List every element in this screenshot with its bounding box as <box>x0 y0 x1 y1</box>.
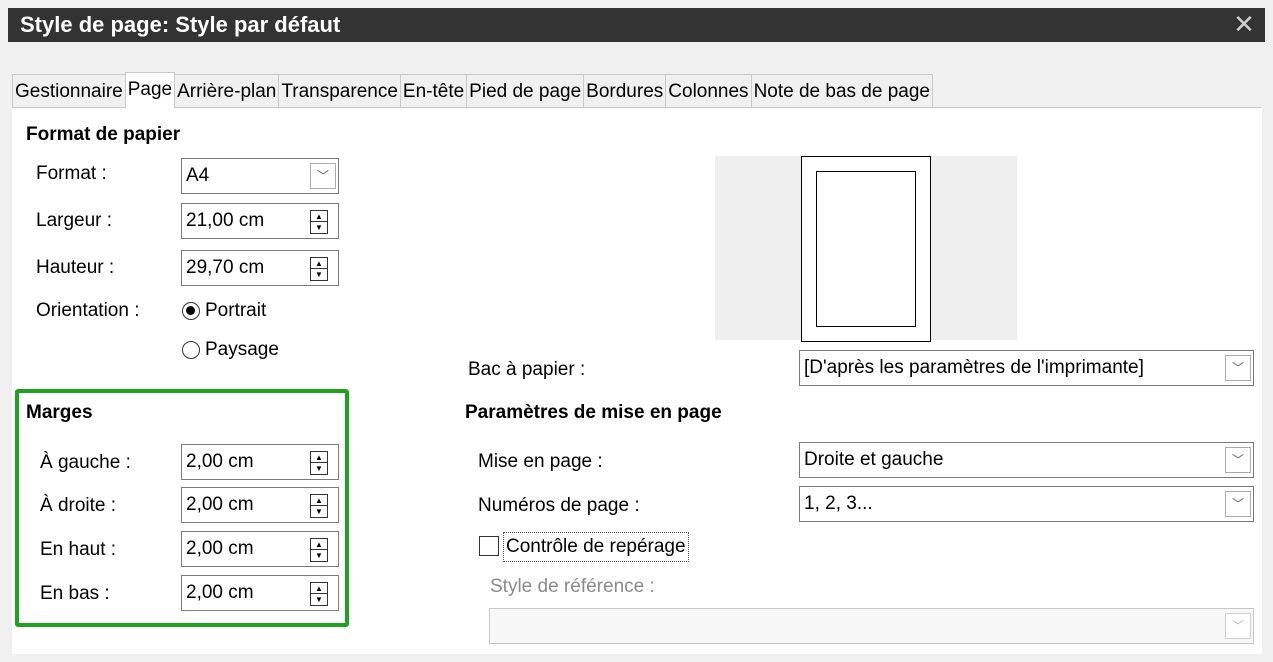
paper-format-heading: Format de papier <box>26 124 181 145</box>
margin-right-value: 2,00 cm <box>186 494 254 515</box>
format-select[interactable]: A4 ﹀ <box>181 158 339 194</box>
margin-top-value: 2,00 cm <box>186 538 254 559</box>
height-value: 29,70 cm <box>186 257 265 278</box>
tab-arriere-plan[interactable]: Arrière-plan <box>174 74 280 108</box>
margin-left-label: À gauche : <box>40 452 131 473</box>
margin-top-label: En haut : <box>40 539 117 560</box>
reference-style-label: Style de référence : <box>490 576 655 597</box>
portrait-label[interactable]: Portrait <box>205 297 266 325</box>
page-numbers-select[interactable]: 1, 2, 3... ﹀ <box>799 486 1254 522</box>
height-stepper[interactable]: ▲ ▼ <box>310 257 328 281</box>
page-numbers-value: 1, 2, 3... <box>804 493 873 514</box>
margin-bottom-spinner[interactable]: 2,00 cm ▲ ▼ <box>181 575 339 611</box>
page-layout-select[interactable]: Droite et gauche ﹀ <box>799 442 1254 478</box>
tab-note-de-bas-de-page[interactable]: Note de bas de page <box>750 74 933 108</box>
margin-right-stepper[interactable]: ▲ ▼ <box>310 494 328 518</box>
page-tab-panel: Format de papier Format : A4 ﹀ Largeur :… <box>12 108 1262 654</box>
landscape-label[interactable]: Paysage <box>205 336 279 364</box>
chevron-down-icon[interactable]: ﹀ <box>1225 447 1251 473</box>
width-spinner[interactable]: 21,00 cm ▲ ▼ <box>181 203 339 239</box>
tab-en-tete[interactable]: En-tête <box>399 74 468 108</box>
tab-transparence[interactable]: Transparence <box>278 74 401 108</box>
chevron-down-icon[interactable]: ﹀ <box>1225 355 1251 381</box>
arrow-down-icon[interactable]: ▼ <box>311 550 327 561</box>
paper-tray-value: [D'après les paramètres de l'imprimante] <box>804 357 1144 378</box>
title-bar: Style de page: Style par défaut ✕ <box>0 0 1273 42</box>
chevron-down-icon[interactable]: ﹀ <box>1225 613 1251 639</box>
arrow-up-icon[interactable]: ▲ <box>311 452 327 463</box>
page-layout-value: Droite et gauche <box>804 449 944 470</box>
margin-top-spinner[interactable]: 2,00 cm ▲ ▼ <box>181 531 339 567</box>
landscape-radio[interactable] <box>182 341 200 359</box>
close-icon[interactable]: ✕ <box>1229 8 1259 40</box>
tab-bar: Gestionnaire Page Arrière-plan Transpare… <box>12 72 933 108</box>
margin-bottom-label: En bas : <box>40 583 110 604</box>
margin-right-spinner[interactable]: 2,00 cm ▲ ▼ <box>181 487 339 523</box>
width-label: Largeur : <box>36 210 113 231</box>
arrow-up-icon[interactable]: ▲ <box>311 583 327 594</box>
arrow-up-icon[interactable]: ▲ <box>311 211 327 222</box>
page-preview-margins <box>816 171 916 327</box>
portrait-radio[interactable] <box>182 302 200 320</box>
margin-right-label: À droite : <box>40 495 117 516</box>
margin-left-stepper[interactable]: ▲ ▼ <box>310 451 328 475</box>
arrow-down-icon[interactable]: ▼ <box>311 269 327 280</box>
arrow-down-icon[interactable]: ▼ <box>311 222 327 233</box>
arrow-down-icon[interactable]: ▼ <box>311 506 327 517</box>
tab-colonnes[interactable]: Colonnes <box>665 74 752 108</box>
height-label: Hauteur : <box>36 257 115 278</box>
format-label: Format : <box>36 163 107 184</box>
register-true-label[interactable]: Contrôle de repérage <box>503 532 689 562</box>
tab-gestionnaire[interactable]: Gestionnaire <box>12 74 126 108</box>
tab-bordures[interactable]: Bordures <box>583 74 667 108</box>
margin-bottom-stepper[interactable]: ▲ ▼ <box>310 582 328 606</box>
register-true-checkbox[interactable] <box>479 536 499 556</box>
margins-heading: Marges <box>26 402 93 423</box>
arrow-down-icon[interactable]: ▼ <box>311 463 327 474</box>
page-numbers-label: Numéros de page : <box>478 495 640 516</box>
paper-tray-select[interactable]: [D'après les paramètres de l'imprimante]… <box>799 350 1254 386</box>
chevron-down-icon[interactable]: ﹀ <box>310 163 336 189</box>
reference-style-select[interactable]: ﹀ <box>489 608 1254 644</box>
arrow-down-icon[interactable]: ▼ <box>311 594 327 605</box>
format-value: A4 <box>186 165 210 186</box>
dialog-title: Style de page: Style par défaut <box>20 12 341 37</box>
margin-left-spinner[interactable]: 2,00 cm ▲ ▼ <box>181 444 339 480</box>
layout-settings-heading: Paramètres de mise en page <box>465 402 722 423</box>
width-value: 21,00 cm <box>186 210 265 231</box>
paper-tray-label: Bac à papier : <box>468 359 586 380</box>
margin-bottom-value: 2,00 cm <box>186 582 254 603</box>
tab-page[interactable]: Page <box>124 72 176 108</box>
orientation-label: Orientation : <box>36 300 140 321</box>
height-spinner[interactable]: 29,70 cm ▲ ▼ <box>181 250 339 286</box>
margin-top-stepper[interactable]: ▲ ▼ <box>310 538 328 562</box>
tab-pied-de-page[interactable]: Pied de page <box>466 74 585 108</box>
page-layout-label: Mise en page : <box>478 451 603 472</box>
arrow-up-icon[interactable]: ▲ <box>311 539 327 550</box>
arrow-up-icon[interactable]: ▲ <box>311 495 327 506</box>
chevron-down-icon[interactable]: ﹀ <box>1225 491 1251 517</box>
width-stepper[interactable]: ▲ ▼ <box>310 210 328 234</box>
page-preview <box>801 156 931 342</box>
margin-left-value: 2,00 cm <box>186 451 254 472</box>
arrow-up-icon[interactable]: ▲ <box>311 258 327 269</box>
